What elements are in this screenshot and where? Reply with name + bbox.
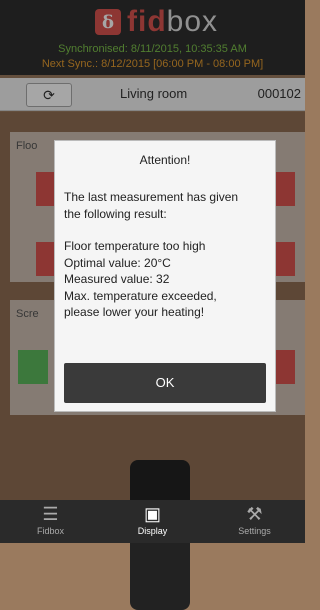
display-icon: ▣ [143,504,161,524]
dialog-line: the following result: [64,206,167,221]
tab-fidbox[interactable]: ☰ Fidbox [0,500,101,543]
dialog-line: The last measurement has given [64,190,239,204]
dialog-line: Max. temperature exceeded, [64,288,217,303]
bottom-tab-bar: ☰ Fidbox ▣ Display ⚒ Settings [0,500,305,543]
tab-display[interactable]: ▣ Display [102,500,203,543]
dialog-line-gap [64,222,268,238]
tab-label: Fidbox [36,526,64,536]
tab-settings[interactable]: ⚒ Settings [204,500,305,543]
layers-icon: ☰ [42,504,59,524]
dialog-message: The last measurement has given the follo… [64,189,268,321]
dialog-line: Optimal value: 20°C [64,255,171,270]
tab-label: Display [137,526,168,536]
ok-button[interactable]: OK [64,363,266,403]
dialog-line: Measured value: 32 [64,272,170,286]
tab-label: Settings [238,526,271,536]
dialog-line: Floor temperature too high [64,239,206,253]
dialog-line: please lower your heating! [64,305,205,319]
tools-icon: ⚒ [246,504,263,524]
dialog-title: Attention! [139,153,191,167]
attention-dialog: Attention! The last measurement has give… [54,140,276,412]
